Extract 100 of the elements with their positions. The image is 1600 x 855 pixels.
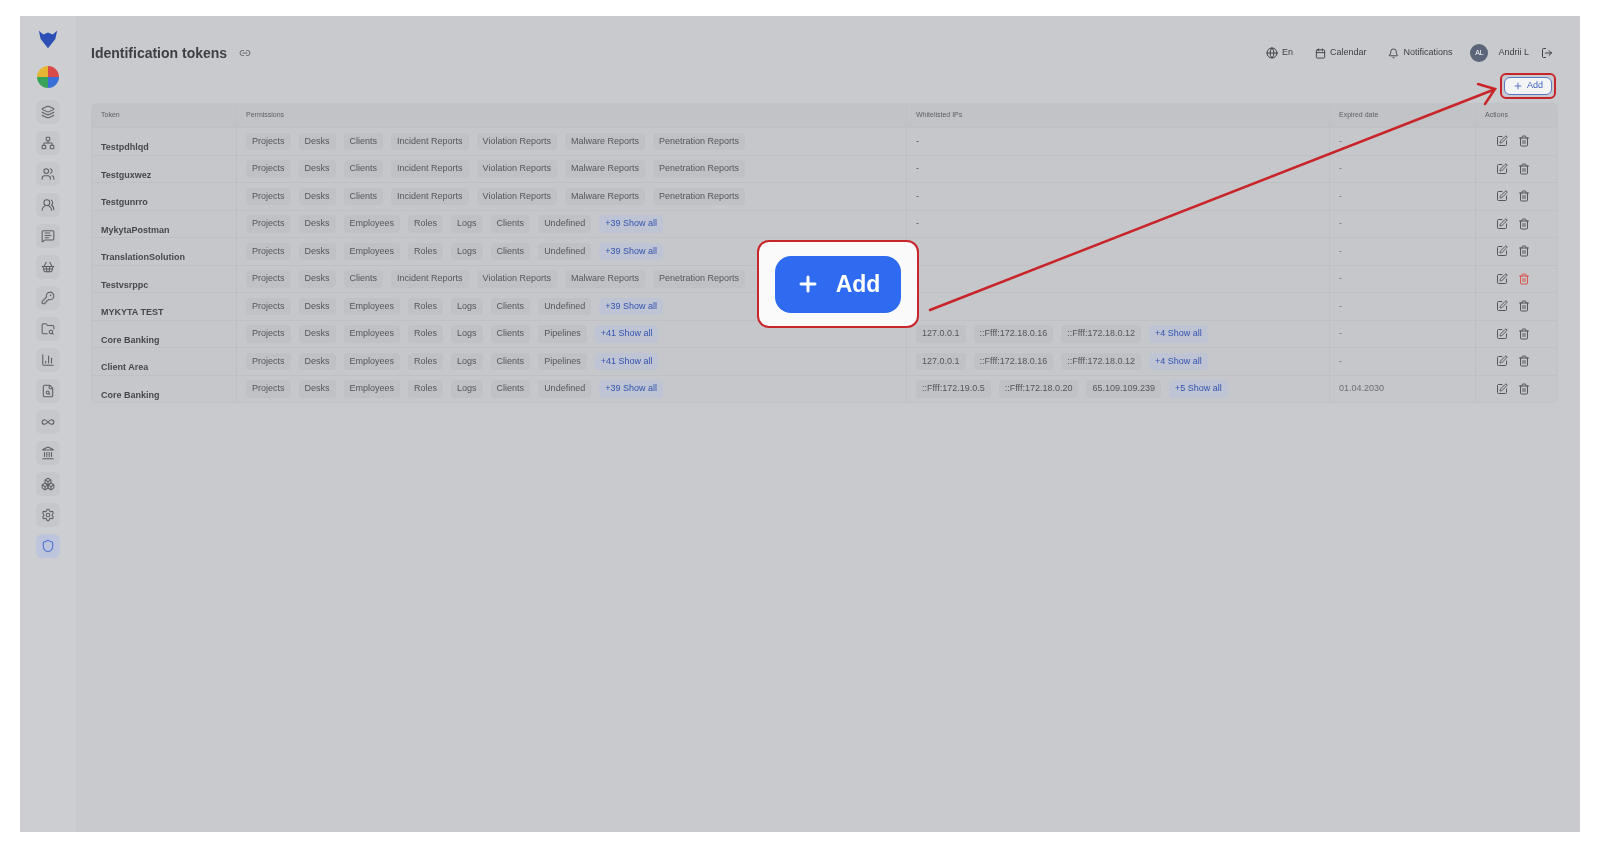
edit-icon[interactable]	[1496, 245, 1508, 258]
tag: Pipelines	[538, 325, 587, 343]
tag: Projects	[246, 380, 291, 398]
delete-icon[interactable]	[1518, 135, 1530, 148]
edit-icon[interactable]	[1496, 135, 1508, 148]
show-all-link[interactable]: +4 Show all	[1149, 352, 1208, 370]
edit-icon[interactable]	[1496, 190, 1508, 203]
delete-icon[interactable]	[1518, 217, 1530, 230]
tag: Desks	[298, 215, 336, 233]
tag: Desks	[298, 132, 336, 150]
show-all-link[interactable]: +41 Show all	[594, 325, 659, 343]
tag: Clients	[343, 132, 384, 150]
token-name: Testgunrro	[101, 197, 148, 207]
delete-icon[interactable]	[1518, 245, 1530, 258]
delete-icon[interactable]	[1518, 190, 1530, 203]
sidebar-nav-button[interactable]	[36, 441, 60, 465]
tag: Clients	[490, 297, 531, 315]
edit-icon[interactable]	[1496, 217, 1508, 230]
show-all-link[interactable]: +39 Show all	[599, 215, 663, 233]
tag: Pipelines	[538, 352, 587, 370]
tag: Desks	[298, 380, 336, 398]
expiry-date: -	[1339, 327, 1342, 340]
delete-icon[interactable]	[1518, 327, 1530, 340]
show-all-link[interactable]: +39 Show all	[599, 297, 663, 315]
add-button-enlarged[interactable]: Add	[775, 255, 901, 313]
boxes-icon	[41, 477, 55, 491]
users-icon	[41, 167, 55, 181]
add-button[interactable]: Add	[1504, 77, 1552, 95]
tag: Desks	[298, 297, 336, 315]
tag: Projects	[246, 215, 291, 233]
tag: Clients	[343, 270, 384, 288]
expiry-date: -	[1339, 162, 1342, 175]
token-name: Testguxwez	[101, 169, 152, 180]
tag: Projects	[246, 352, 291, 370]
tag: Clients	[343, 187, 384, 205]
token-name: MYKYTA TEST	[101, 307, 164, 317]
sidebar-nav-button[interactable]	[36, 286, 60, 310]
show-all-link[interactable]: +41 Show all	[594, 352, 659, 370]
tag: Malware Reports	[564, 270, 645, 288]
tag: Roles	[408, 242, 444, 260]
logout-icon[interactable]	[1541, 47, 1553, 59]
tag: Logs	[451, 297, 483, 315]
tag: ::Ffff:172.18.0.12	[1061, 325, 1141, 343]
cell-text: -	[916, 134, 919, 148]
sidebar-nav-button[interactable]	[36, 410, 60, 434]
sidebar-nav-button[interactable]	[36, 348, 60, 372]
tag: Clients	[490, 352, 531, 370]
tag: 127.0.0.1	[916, 325, 966, 343]
tag: Incident Reports	[391, 270, 469, 288]
sidebar-nav-button[interactable]	[36, 100, 60, 124]
token-name: Testpdhlqd	[101, 142, 149, 152]
basket-icon	[41, 260, 55, 274]
delete-icon[interactable]	[1518, 272, 1530, 285]
sidebar-nav-button[interactable]	[36, 317, 60, 341]
show-all-link[interactable]: +5 Show all	[1169, 380, 1228, 398]
bar-chart-icon	[41, 353, 55, 367]
token-name: Client Area	[101, 362, 149, 372]
tag: Projects	[246, 160, 291, 178]
layers-icon	[41, 105, 55, 119]
edit-icon[interactable]	[1496, 300, 1508, 313]
tag: Undefined	[538, 380, 592, 398]
show-all-link[interactable]: +39 Show all	[599, 380, 663, 398]
sidebar-nav-button[interactable]	[36, 503, 60, 527]
delete-icon[interactable]	[1518, 300, 1530, 313]
sidebar-nav-button[interactable]	[36, 162, 60, 186]
notifications-button[interactable]: Notifications	[1388, 46, 1453, 60]
delete-icon[interactable]	[1518, 355, 1530, 368]
tag: Penetration Reports	[653, 132, 746, 150]
edit-icon[interactable]	[1496, 272, 1508, 285]
edit-icon[interactable]	[1496, 162, 1508, 175]
tag: Desks	[298, 325, 336, 343]
tag: 65.109.109.239	[1086, 380, 1161, 398]
sidebar-nav-button[interactable]	[36, 379, 60, 403]
show-all-link[interactable]: +39 Show all	[599, 242, 663, 260]
sidebar-nav-button[interactable]	[36, 131, 60, 155]
sidebar-nav-button[interactable]	[36, 472, 60, 496]
cell-text: -	[916, 189, 919, 203]
sidebar-nav-button[interactable]	[36, 255, 60, 279]
tag: ::Ffff:172.18.0.12	[1061, 352, 1141, 370]
show-all-link[interactable]: +4 Show all	[1149, 325, 1208, 343]
tag: Projects	[246, 270, 291, 288]
tag: Desks	[298, 187, 336, 205]
expiry-date: 01.04.2030	[1339, 382, 1385, 395]
expiry-date: -	[1339, 354, 1342, 368]
edit-icon[interactable]	[1496, 327, 1508, 340]
language-button[interactable]: En	[1265, 46, 1293, 60]
tag: ::Ffff:172.18.0.20	[998, 380, 1079, 398]
tag: Clients	[490, 215, 531, 233]
edit-icon[interactable]	[1496, 382, 1508, 395]
sidebar-nav-button[interactable]	[36, 224, 60, 248]
calendar-button[interactable]: Calendar	[1314, 46, 1367, 60]
sidebar-nav-button[interactable]	[36, 534, 60, 558]
edit-icon[interactable]	[1496, 355, 1508, 368]
tag: Projects	[246, 297, 291, 315]
sidebar-nav-button[interactable]	[36, 193, 60, 217]
tag: Violation Reports	[476, 187, 557, 205]
delete-icon[interactable]	[1518, 382, 1530, 395]
tag: Malware Reports	[564, 132, 645, 150]
tag: Clients	[343, 160, 384, 178]
delete-icon[interactable]	[1518, 162, 1530, 175]
